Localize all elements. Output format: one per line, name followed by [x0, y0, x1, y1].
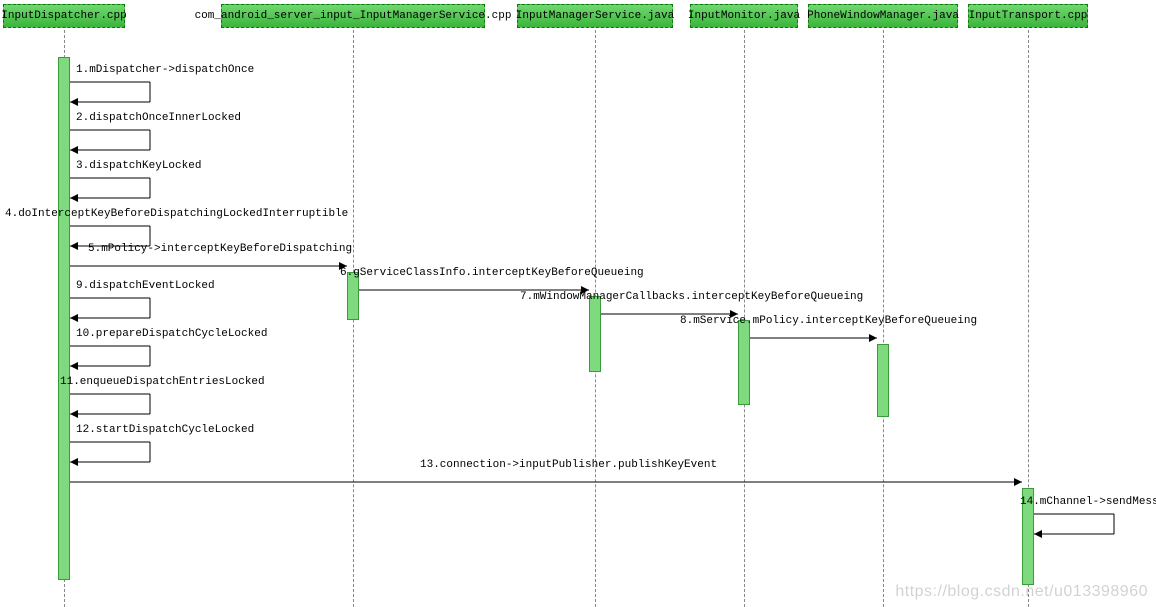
message-14-label: 14.mChannel->sendMessage	[1020, 496, 1156, 510]
message-5-label: 5.mPolicy->interceptKeyBeforeDispatching	[88, 243, 352, 257]
message-7-label: 7.mWindowManagerCallbacks.interceptKeyBe…	[520, 291, 863, 305]
message-12-label: 12.startDispatchCycleLocked	[76, 424, 254, 438]
message-8-label: 8.mService.mPolicy.interceptKeyBeforeQue…	[680, 315, 977, 329]
message-9-label: 9.dispatchEventLocked	[76, 280, 215, 294]
message-2-label: 2.dispatchOnceInnerLocked	[76, 112, 241, 126]
message-13-label: 13.connection->inputPublisher.publishKey…	[420, 459, 717, 473]
message-11-label: 11.enqueueDispatchEntriesLocked	[60, 376, 265, 390]
message-10-label: 10.prepareDispatchCycleLocked	[76, 328, 267, 342]
message-1-label: 1.mDispatcher->dispatchOnce	[76, 64, 254, 78]
sequence-diagram: https://blog.csdn.net/u013398960 InputDi…	[0, 0, 1156, 607]
message-4-label: 4.doInterceptKeyBeforeDispatchingLockedI…	[5, 208, 348, 222]
message-3-label: 3.dispatchKeyLocked	[76, 160, 201, 174]
message-6-label: 6.gServiceClassInfo.interceptKeyBeforeQu…	[340, 267, 644, 281]
